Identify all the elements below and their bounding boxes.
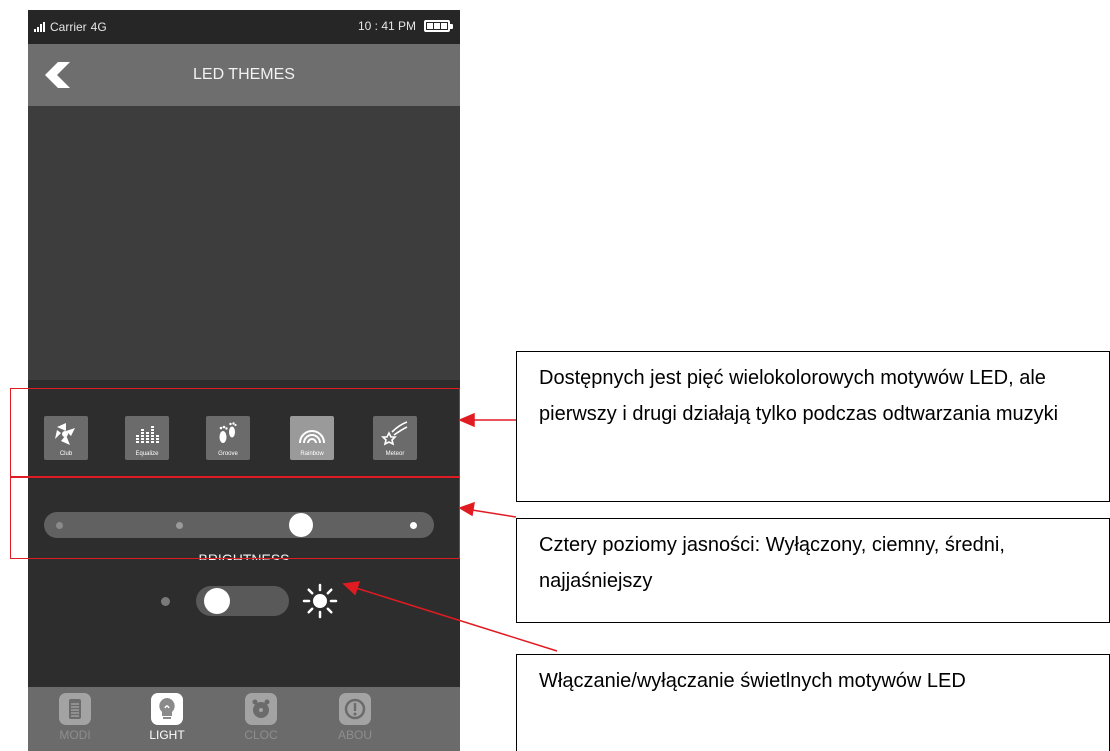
tab-light[interactable]: LIGHT — [137, 693, 197, 742]
page-title: LED THEMES — [193, 66, 295, 83]
alarm-clock-icon — [245, 693, 277, 725]
status-bar: Carrier 4G 10 : 41 PM — [28, 10, 460, 44]
themes-callout: Dostępnych jest pięć wielokolorowych mot… — [516, 351, 1110, 502]
brightness-highlight-frame — [10, 477, 460, 559]
signal-icon — [34, 22, 45, 32]
tab-label: LIGHT — [149, 728, 185, 742]
led-toggle-switch[interactable] — [196, 586, 289, 616]
battery-icon — [424, 20, 453, 32]
carrier-name: Carrier — [50, 20, 87, 34]
tab-abou[interactable]: ABOU — [325, 693, 385, 742]
tab-label: ABOU — [337, 728, 372, 742]
bulb-icon — [151, 693, 183, 725]
nav-bar: LED THEMES — [28, 44, 460, 106]
tab-cloc[interactable]: CLOC — [231, 693, 291, 742]
info-icon — [339, 693, 371, 725]
sun-icon — [302, 583, 338, 619]
toggle-knob[interactable] — [204, 588, 230, 614]
tab-label: MODI — [59, 728, 91, 742]
status-time: 10 : 41 PM — [357, 19, 416, 33]
tab-modi[interactable]: MODI — [45, 693, 105, 742]
theme-preview-area — [28, 106, 460, 380]
document-icon — [59, 693, 91, 725]
off-indicator-icon — [161, 597, 170, 606]
toggle-callout: Włączanie/wyłączanie świetlnych motywów … — [516, 654, 1110, 751]
themes-highlight-frame — [10, 388, 460, 477]
network-type: 4G — [90, 20, 107, 34]
brightness-callout: Cztery poziomy jasności: Wyłączony, ciem… — [516, 518, 1110, 623]
phone-screen: Carrier 4G 10 : 41 PM LED THEMES Club Eq… — [28, 10, 460, 751]
tab-label: CLOC — [244, 728, 278, 742]
